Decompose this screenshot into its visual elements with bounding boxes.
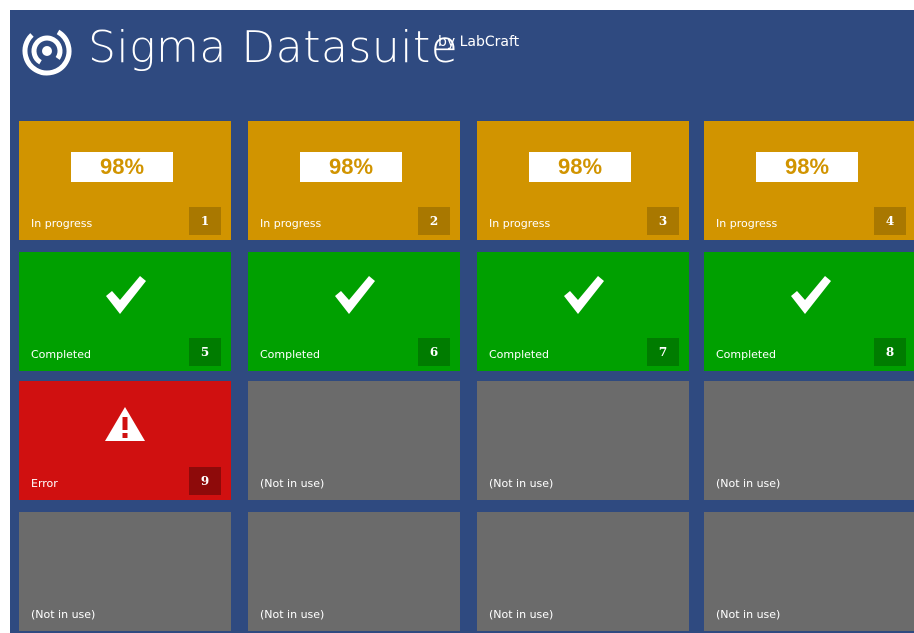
tile-status-label: In progress [31,217,93,230]
progress-percent: 98% [756,152,858,182]
header: Sigma Datasuite by LabCraft [10,10,914,110]
tile-number-badge: 1 [189,207,221,235]
tile-number-badge: 6 [418,338,450,366]
progress-percent: 98% [300,152,402,182]
tile-status-label: (Not in use) [489,608,554,621]
tile-in-progress[interactable]: 98% In progress 4 [704,121,914,240]
tile-status-label: (Not in use) [716,477,781,490]
tile-completed[interactable]: Completed 7 [477,252,689,371]
app-title: Sigma Datasuite [88,22,459,73]
tile-status-label: (Not in use) [489,477,554,490]
checkmark-icon [335,276,375,314]
tile-number-badge: 5 [189,338,221,366]
tile-status-label: Error [31,477,58,490]
checkmark-icon [564,276,604,314]
tile-number-badge: 3 [647,207,679,235]
tile-status-label: Completed [31,348,91,361]
tile-number-badge: 2 [418,207,450,235]
tile-status-label: Completed [260,348,320,361]
tile-not-in-use[interactable]: (Not in use) [704,512,914,631]
tile-completed[interactable]: Completed 5 [19,252,231,371]
tile-not-in-use[interactable]: (Not in use) [19,512,231,631]
tile-number-badge: 7 [647,338,679,366]
progress-percent: 98% [529,152,631,182]
tile-not-in-use[interactable]: (Not in use) [248,512,460,631]
tile-in-progress[interactable]: 98% In progress 2 [248,121,460,240]
tile-status-label: (Not in use) [260,477,325,490]
swirl-logo-icon [22,26,72,76]
progress-percent: 98% [71,152,173,182]
checkmark-icon [791,276,831,314]
tile-number-badge: 9 [189,467,221,495]
tile-in-progress[interactable]: 98% In progress 1 [19,121,231,240]
tile-status-label: (Not in use) [260,608,325,621]
tile-status-label: In progress [716,217,778,230]
tile-completed[interactable]: Completed 6 [248,252,460,371]
checkmark-icon [106,276,146,314]
tile-not-in-use[interactable]: (Not in use) [477,381,689,500]
tile-status-label: Completed [489,348,549,361]
tile-status-label: (Not in use) [716,608,781,621]
warning-icon [105,407,145,441]
tile-number-badge: 8 [874,338,906,366]
byline: by LabCraft [438,34,520,50]
tile-status-label: (Not in use) [31,608,96,621]
tile-error[interactable]: Error 9 [19,381,231,500]
tile-not-in-use[interactable]: (Not in use) [477,512,689,631]
tile-not-in-use[interactable]: (Not in use) [248,381,460,500]
tile-completed[interactable]: Completed 8 [704,252,914,371]
tile-number-badge: 4 [874,207,906,235]
app-window: Sigma Datasuite by LabCraft 98% In progre… [10,10,914,633]
tile-in-progress[interactable]: 98% In progress 3 [477,121,689,240]
tile-status-label: In progress [489,217,551,230]
tile-not-in-use[interactable]: (Not in use) [704,381,914,500]
tile-status-label: Completed [716,348,776,361]
tile-status-label: In progress [260,217,322,230]
